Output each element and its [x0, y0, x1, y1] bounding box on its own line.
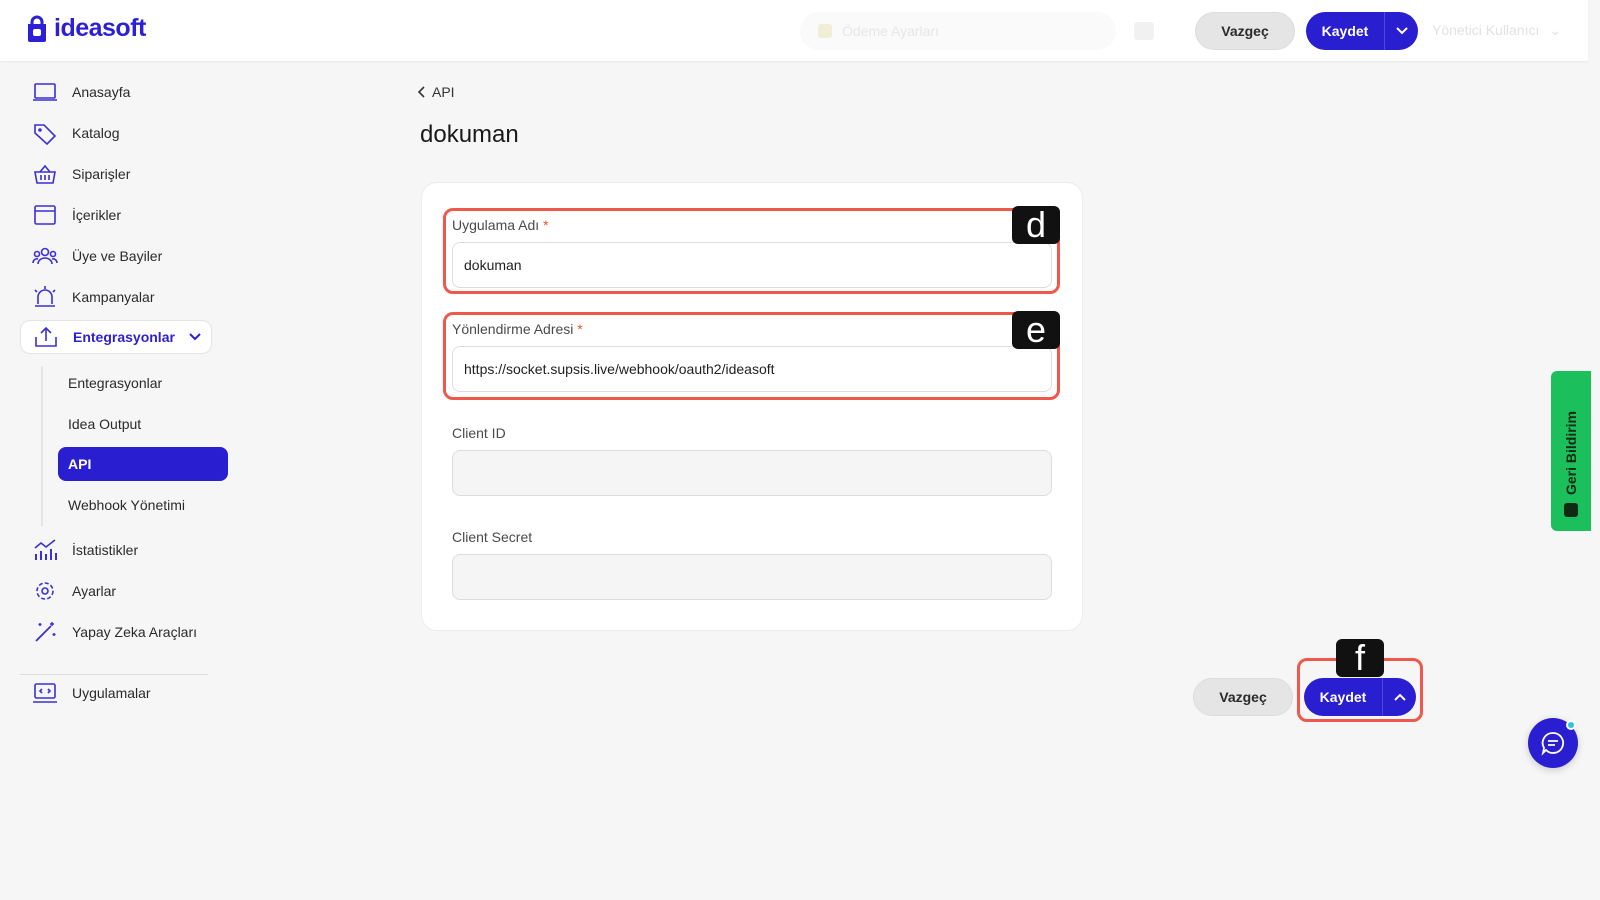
- shop-bag-logo-icon: [28, 15, 46, 42]
- chevron-down-icon: [189, 333, 201, 341]
- annotation-tag-f: f: [1336, 639, 1384, 677]
- header-cancel-button[interactable]: Vazgeç: [1195, 12, 1295, 50]
- client-id-field[interactable]: [452, 450, 1052, 496]
- brand-logo[interactable]: ideasoft: [24, 14, 146, 43]
- sidebar-item-label: Üye ve Bayiler: [72, 248, 163, 264]
- annotation-tag-d: d: [1012, 206, 1060, 244]
- sidebar-item-label: Ayarlar: [72, 583, 117, 599]
- annotation-tag-e: e: [1012, 311, 1060, 349]
- top-header: ideasoft Ödeme Ayarları Vazgeç Kaydet Yö…: [0, 0, 1588, 61]
- chevron-down-icon: ⌄: [1549, 22, 1562, 38]
- sidebar-item-uye-bayiler[interactable]: Üye ve Bayiler: [20, 239, 212, 273]
- search-input[interactable]: Ödeme Ayarları: [800, 12, 1116, 50]
- sidebar-item-label: Kampanyalar: [72, 289, 155, 305]
- laptop-code-icon: [33, 683, 57, 703]
- highlight-box-d: [443, 208, 1060, 294]
- sidebar-item-siparisler[interactable]: Siparişler: [20, 157, 212, 191]
- chevron-down-icon[interactable]: [1384, 12, 1418, 50]
- sidebar-item-anasayfa[interactable]: Anasayfa: [20, 75, 212, 109]
- sidebar: Anasayfa Katalog Siparişler İçerikler Üy…: [0, 61, 260, 900]
- window-icon: [34, 205, 56, 225]
- sidebar-item-yapay-zeka[interactable]: Yapay Zeka Araçları: [20, 615, 212, 649]
- client-secret-label: Client Secret: [452, 529, 533, 545]
- header-save-button[interactable]: Kaydet: [1306, 12, 1418, 50]
- home-monitor-icon: [33, 83, 57, 101]
- sidebar-item-kampanyalar[interactable]: Kampanyalar: [20, 280, 212, 314]
- upload-box-icon: [35, 326, 57, 347]
- header-save-label: Kaydet: [1321, 23, 1369, 39]
- chat-button[interactable]: [1528, 718, 1578, 768]
- sidebar-item-label: İçerikler: [72, 207, 122, 223]
- submenu-item-webhook-yonetimi[interactable]: Webhook Yönetimi: [58, 488, 228, 522]
- siren-icon: [34, 286, 56, 307]
- highlight-box-e: [443, 312, 1060, 400]
- gear-icon: [36, 582, 54, 600]
- sidebar-item-katalog[interactable]: Katalog: [20, 116, 212, 150]
- sidebar-item-uygulamalar[interactable]: Uygulamalar: [20, 676, 212, 710]
- sidebar-item-istatistikler[interactable]: İstatistikler: [20, 533, 212, 567]
- sidebar-item-label: İstatistikler: [72, 542, 139, 558]
- sidebar-item-label: Entegrasyonlar: [73, 329, 175, 345]
- page-title: dokuman: [420, 121, 519, 148]
- sidebar-item-label: Anasayfa: [72, 84, 131, 100]
- client-id-label: Client ID: [452, 425, 506, 441]
- sidebar-divider: [20, 674, 208, 675]
- submenu-item-entegrasyonlar[interactable]: Entegrasyonlar: [58, 366, 228, 400]
- bar-chart-icon: [34, 539, 57, 560]
- search-placeholder: Ödeme Ayarları: [842, 23, 940, 39]
- search-icon: [818, 24, 832, 38]
- user-name: Yönetici Kullanıcı: [1432, 22, 1540, 38]
- breadcrumb-label: API: [432, 84, 455, 100]
- sidebar-item-label: Katalog: [72, 125, 120, 141]
- sidebar-item-icerikler[interactable]: İçerikler: [20, 198, 212, 232]
- chevron-left-icon: [418, 86, 425, 98]
- magic-wand-icon: [35, 622, 56, 642]
- sidebar-item-ayarlar[interactable]: Ayarlar: [20, 574, 212, 608]
- client-secret-field[interactable]: [452, 554, 1052, 600]
- sidebar-item-label: Uygulamalar: [72, 685, 151, 701]
- chat-bubble-icon: [1541, 732, 1565, 756]
- feedback-tab[interactable]: Geri Bildirim: [1551, 371, 1591, 531]
- brand-name: ideasoft: [54, 14, 146, 42]
- feedback-label: Geri Bildirim: [1563, 410, 1579, 495]
- breadcrumb[interactable]: API: [418, 84, 455, 100]
- feedback-icon: [1564, 503, 1578, 517]
- sidebar-item-label: Siparişler: [72, 166, 131, 182]
- sidebar-item-entegrasyonlar[interactable]: Entegrasyonlar: [20, 320, 212, 354]
- submenu-item-idea-output[interactable]: Idea Output: [58, 407, 228, 441]
- submenu-guide-line: [41, 366, 43, 526]
- notification-icon[interactable]: [1134, 22, 1154, 40]
- footer-cancel-button[interactable]: Vazgeç: [1193, 678, 1293, 716]
- submenu-item-api[interactable]: API: [58, 447, 228, 481]
- chat-notification-badge: [1566, 720, 1576, 730]
- sidebar-item-label: Yapay Zeka Araçları: [72, 624, 198, 640]
- users-icon: [32, 247, 58, 265]
- tag-icon: [34, 124, 57, 145]
- basket-icon: [34, 164, 56, 184]
- user-menu[interactable]: Yönetici Kullanıcı ⌄: [1432, 22, 1561, 39]
